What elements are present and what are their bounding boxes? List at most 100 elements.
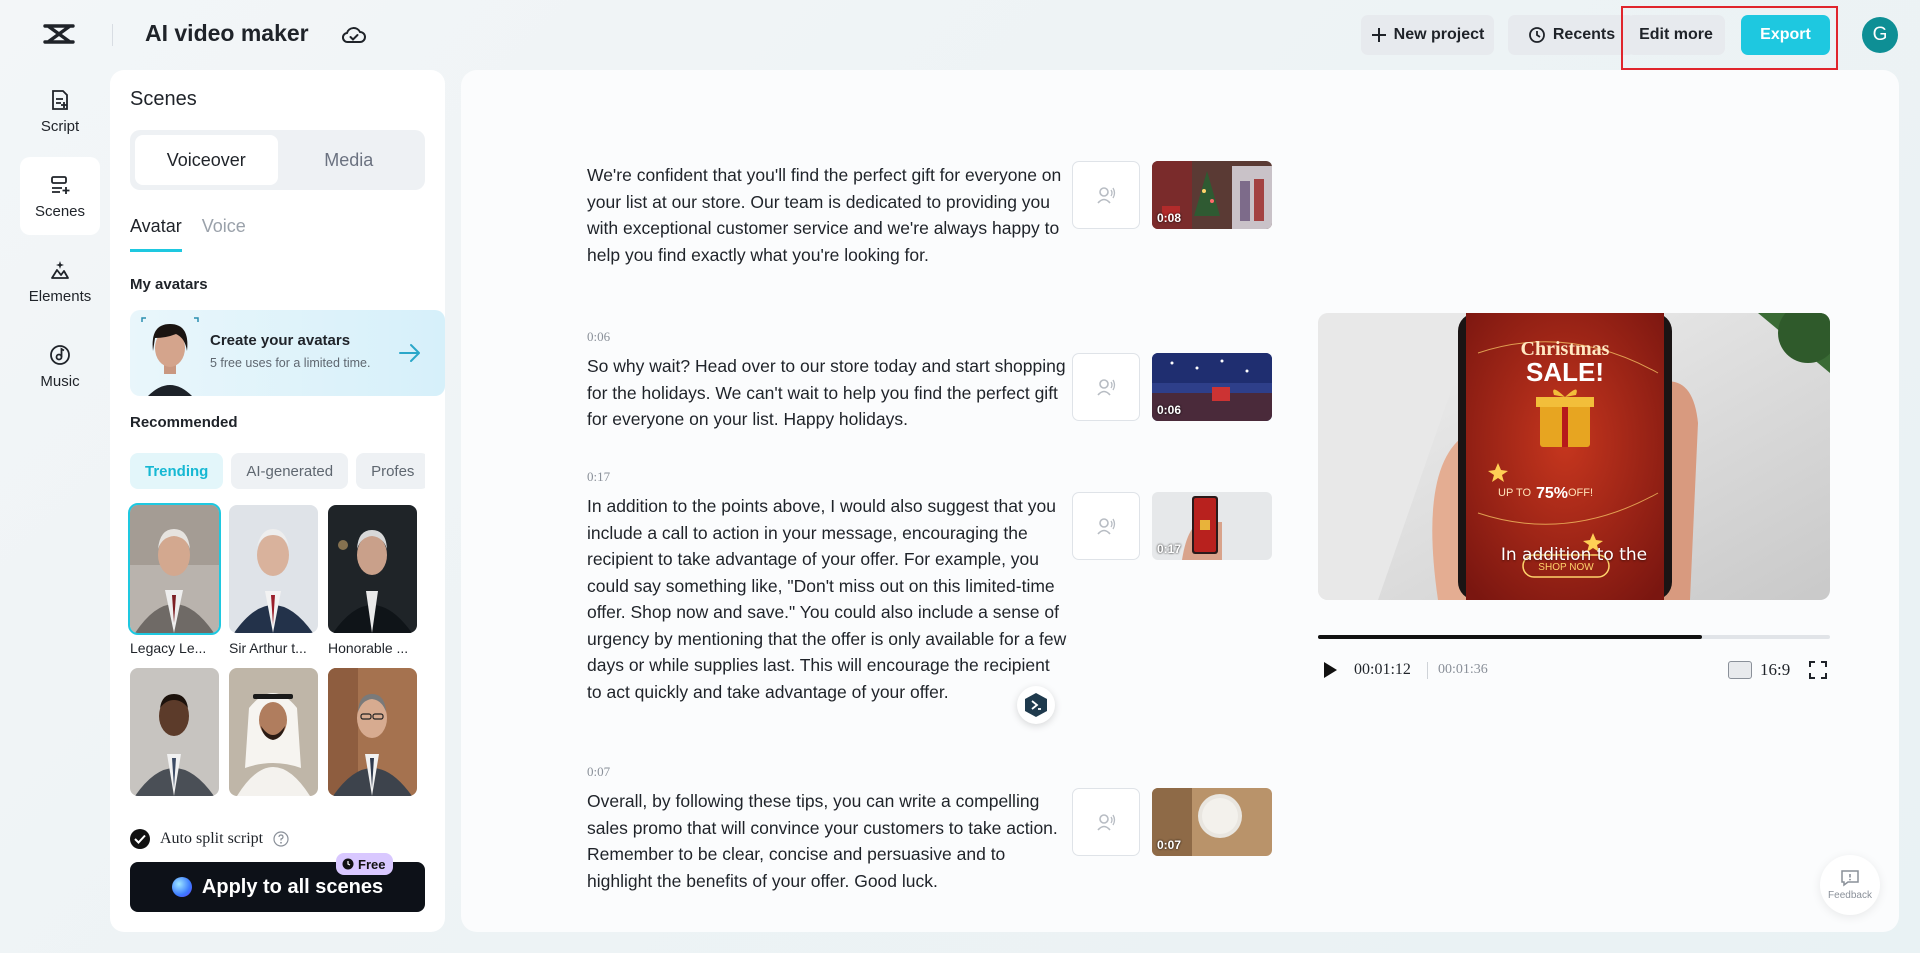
aspect-ratio-label[interactable]: 16:9	[1760, 660, 1790, 680]
recommended-label: Recommended	[130, 414, 238, 431]
music-icon	[50, 344, 70, 365]
time-separator	[1427, 662, 1428, 679]
ai-assist-button[interactable]	[1017, 686, 1055, 724]
avatar-name	[130, 803, 219, 821]
aspect-ratio-icon[interactable]	[1728, 661, 1752, 679]
scene-item[interactable]: 0:17 In addition to the points above, I …	[587, 469, 1067, 705]
avatar-voice-tabs: Avatar Voice	[130, 216, 246, 252]
phone-headline-2: SALE!	[1526, 357, 1604, 387]
avatar-thumbnail[interactable]	[328, 505, 417, 633]
rail-item-elements[interactable]: Elements	[20, 242, 100, 320]
new-project-label: New project	[1393, 26, 1485, 43]
avatar-name	[229, 803, 318, 821]
ai-orb-icon	[171, 877, 192, 897]
preview-caption: In addition to the	[1500, 545, 1648, 565]
rail-label-scenes: Scenes	[34, 202, 86, 220]
avatar-option[interactable]	[229, 668, 318, 821]
avatar-grid: Legacy Le... Sir Arthur t... Honorable .…	[128, 503, 417, 821]
avatar-option[interactable]: Legacy Le...	[128, 503, 221, 658]
scene-text[interactable]: Overall, by following these tips, you ca…	[587, 788, 1067, 894]
help-icon[interactable]	[273, 831, 289, 847]
playback-progress-fill	[1318, 635, 1702, 639]
tab-media[interactable]: Media	[278, 135, 421, 185]
clock-icon	[342, 858, 354, 870]
recents-label: Recents	[1552, 26, 1616, 43]
phone-offer-suffix: OFF!	[1568, 487, 1593, 499]
voiceover-media-toggle: Voiceover Media	[130, 130, 425, 190]
plus-icon	[1371, 28, 1386, 42]
feedback-icon	[1841, 870, 1859, 887]
play-icon[interactable]	[1321, 660, 1339, 680]
voice-person-icon	[1097, 814, 1116, 831]
create-avatar-card[interactable]: Create your avatars 5 free uses for a li…	[130, 310, 445, 396]
chip-ai-generated[interactable]: AI-generated	[231, 453, 349, 489]
scene-item[interactable]: We're confident that you'll find the per…	[587, 162, 1067, 268]
chip-trending[interactable]: Trending	[130, 453, 224, 489]
avatar-thumbnail[interactable]	[128, 503, 221, 635]
rail-item-scenes[interactable]: Scenes	[20, 157, 100, 235]
history-icon	[1528, 27, 1545, 43]
video-preview[interactable]: Christmas SALE! UP TO 75% OFF! SHOP NOW …	[1318, 313, 1830, 600]
current-time: 00:01:12	[1354, 661, 1411, 678]
scenes-panel: Scenes Voiceover Media Avatar Voice My a…	[110, 70, 445, 932]
top-bar: AI video maker New project Recents Edit …	[0, 0, 1920, 70]
auto-split-label: Auto split script	[160, 830, 264, 847]
avatar-thumbnail[interactable]	[229, 668, 318, 796]
capcut-logo-icon[interactable]	[42, 20, 76, 48]
thumbnail-duration: 0:07	[1157, 838, 1182, 852]
free-badge: Free	[336, 853, 394, 875]
playback-progress-bar[interactable]	[1318, 635, 1830, 639]
avatar-name: Honorable ...	[328, 640, 409, 656]
create-avatar-subtitle: 5 free uses for a limited time.	[210, 356, 371, 370]
voice-placeholder[interactable]	[1072, 788, 1140, 856]
user-avatar[interactable]: G	[1862, 17, 1898, 53]
panel-title: Scenes	[130, 88, 197, 110]
rail-item-script[interactable]: Script	[20, 72, 100, 150]
page-title: AI video maker	[145, 20, 309, 46]
tab-avatar[interactable]: Avatar	[130, 216, 182, 252]
new-project-button[interactable]: New project	[1361, 15, 1494, 55]
export-button[interactable]: Export	[1741, 15, 1830, 55]
voice-placeholder[interactable]	[1072, 492, 1140, 560]
phone-offer-prefix: UP TO	[1498, 487, 1531, 499]
thumbnail-duration: 0:17	[1157, 542, 1182, 556]
scene-thumbnail[interactable]: 0:08	[1152, 161, 1272, 229]
tab-voice[interactable]: Voice	[202, 216, 246, 252]
scene-timestamp: 0:17	[587, 469, 611, 484]
avatar-option[interactable]	[130, 668, 219, 821]
avatar-thumbnail[interactable]	[328, 668, 417, 796]
avatar-thumbnail[interactable]	[130, 668, 219, 796]
apply-label: Apply to all scenes	[201, 875, 384, 898]
voice-placeholder[interactable]	[1072, 161, 1140, 229]
scene-item[interactable]: 0:07 Overall, by following these tips, y…	[587, 764, 1067, 894]
feedback-label: Feedback	[1828, 890, 1872, 901]
scene-thumbnail[interactable]: 0:06	[1152, 353, 1272, 421]
scene-text[interactable]: In addition to the points above, I would…	[587, 493, 1067, 705]
scene-text[interactable]: So why wait? Head over to our store toda…	[587, 353, 1067, 433]
voice-person-icon	[1097, 518, 1116, 535]
cloud-sync-icon[interactable]	[341, 23, 367, 47]
phone-offer-value: 75%	[1536, 485, 1568, 502]
avatar-thumbnail[interactable]	[229, 505, 318, 633]
tab-voiceover[interactable]: Voiceover	[135, 135, 278, 185]
voice-placeholder[interactable]	[1072, 353, 1140, 421]
chip-professional[interactable]: Profes	[356, 453, 425, 489]
rail-item-music[interactable]: Music	[20, 327, 100, 405]
scene-text[interactable]: We're confident that you'll find the per…	[587, 162, 1067, 268]
scenes-icon	[51, 175, 70, 194]
avatar-option[interactable]: Honorable ...	[328, 505, 417, 658]
scene-thumbnail[interactable]: 0:07	[1152, 788, 1272, 856]
edit-more-button[interactable]: Edit more	[1627, 15, 1725, 55]
feedback-button[interactable]: Feedback	[1820, 855, 1880, 915]
scene-timestamp: 0:06	[587, 329, 611, 344]
scene-item[interactable]: 0:06 So why wait? Head over to our store…	[587, 329, 1067, 433]
total-time: 00:01:36	[1438, 662, 1488, 677]
auto-split-checkbox[interactable]: Auto split script	[130, 829, 289, 849]
my-avatars-label: My avatars	[130, 276, 208, 293]
avatar-option[interactable]: Sir Arthur t...	[229, 505, 318, 658]
fullscreen-icon[interactable]	[1808, 660, 1828, 680]
scene-thumbnail[interactable]: 0:17	[1152, 492, 1272, 560]
avatar-option[interactable]	[328, 668, 417, 821]
checkbox-checked-icon[interactable]	[130, 829, 150, 849]
recents-button[interactable]: Recents	[1508, 15, 1635, 55]
